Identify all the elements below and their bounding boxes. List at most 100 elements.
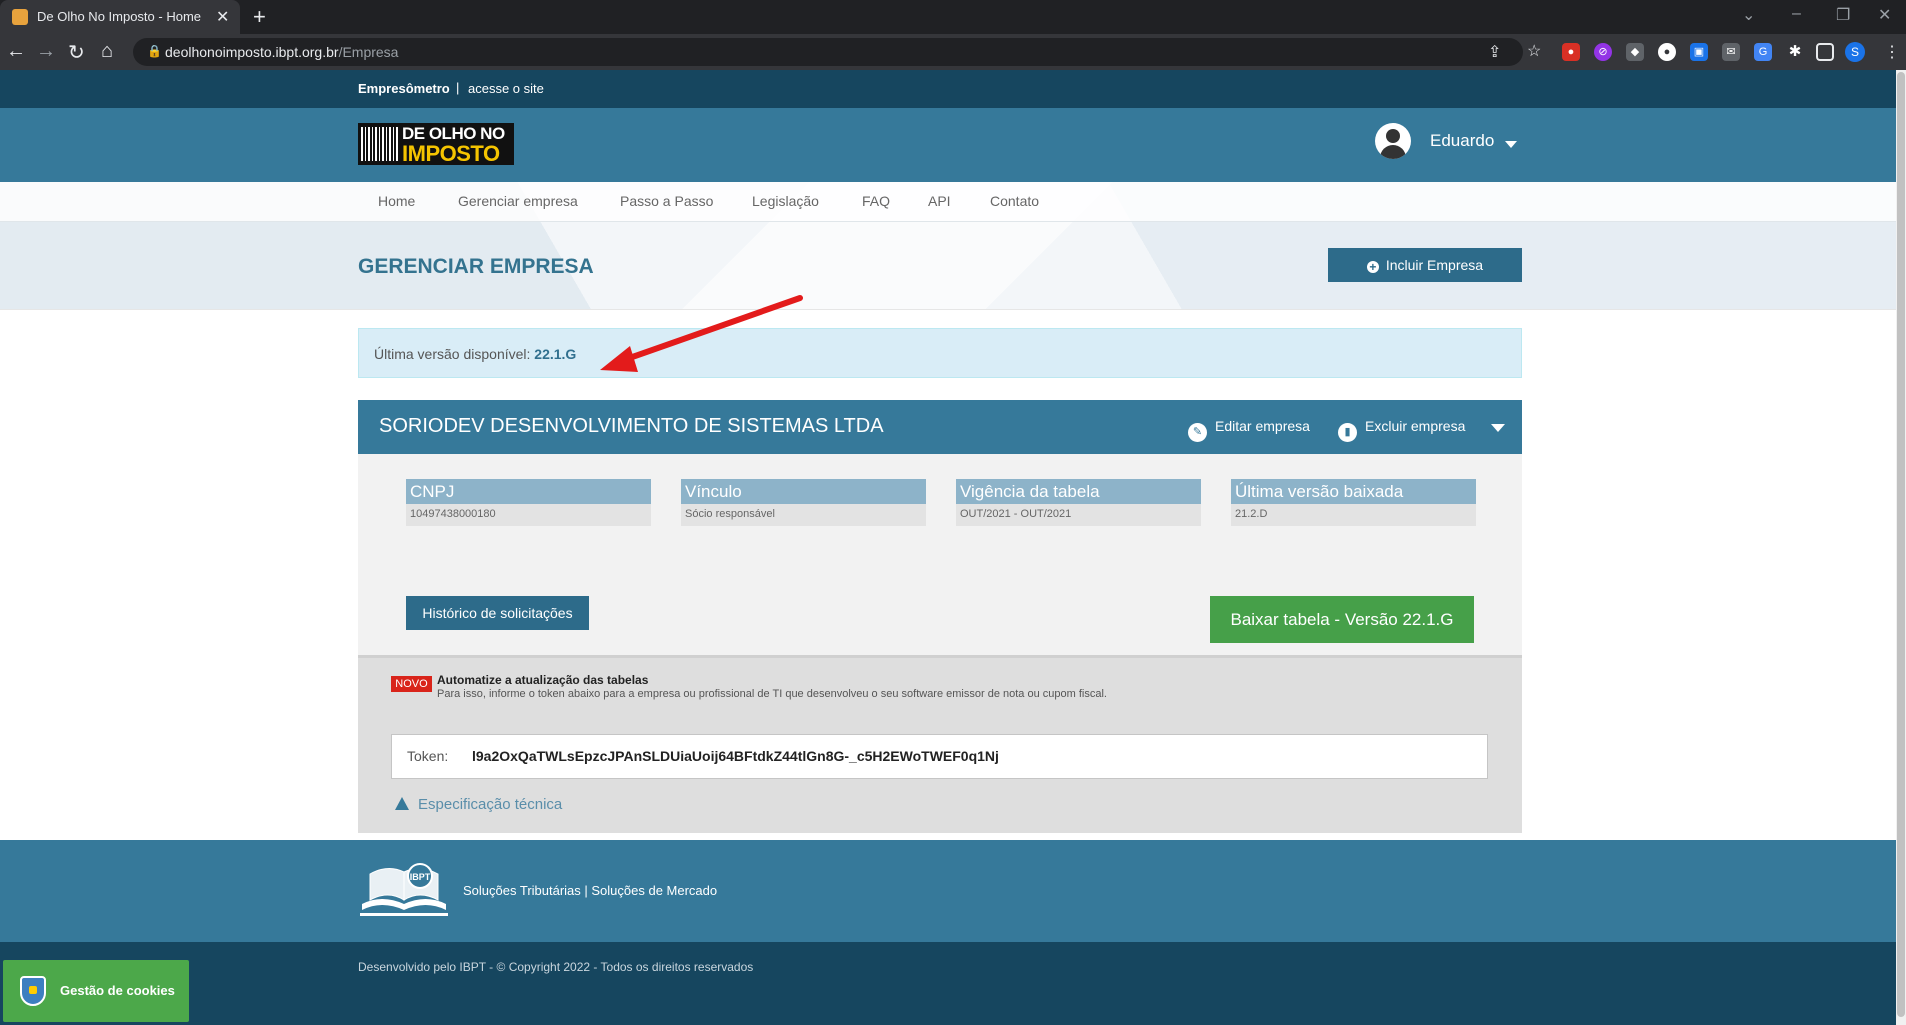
field-cnpj: CNPJ 10497438000180 [406,479,651,526]
site-favicon-icon [12,9,28,25]
company-details: CNPJ 10497438000180 Vínculo Sócio respon… [358,454,1522,655]
latest-version-alert: Última versão disponível: 22.1.G [358,328,1522,378]
latest-version-text: Última versão disponível: 22.1.G [374,346,577,362]
browser-menu-icon[interactable]: ⋮ [1884,42,1900,62]
field-value: 10497438000180 [406,504,651,526]
collapse-caret-icon[interactable] [1491,424,1505,432]
address-bar[interactable]: 🔒 deolhonoimposto.ibpt.org.br/Empresa ⇪ … [133,38,1541,66]
nav-contato[interactable]: Contato [990,193,1039,209]
site-header: DE OLHO NO IMPOSTO Eduardo [0,108,1896,182]
translate-icon[interactable]: G [1754,43,1772,61]
new-badge: NOVO [391,676,432,692]
shield-lock-icon [20,976,46,1006]
extension-icon-5[interactable]: ▣ [1690,43,1708,61]
technical-spec-link[interactable]: Especificação técnica [395,796,562,813]
svg-text:IBPT: IBPT [410,872,431,882]
page-content: Empresômetro | acesse o site DE OLHO NO … [0,70,1896,1025]
nav-gerenciar-empresa[interactable]: Gerenciar empresa [458,193,578,209]
field-label: Última versão baixada [1231,479,1476,504]
access-site-link[interactable]: acesse o site [468,81,544,96]
empresometro-link[interactable]: Empresômetro [358,81,450,96]
mail-icon[interactable]: ✉ [1722,43,1740,61]
token-value[interactable]: l9a2OxQaTWLsEpzcJPAnSLDUiaUoij64BFtdkZ44… [472,748,999,764]
footer-links[interactable]: Soluções Tributárias | Soluções de Merca… [463,883,717,898]
field-label: CNPJ [406,479,651,504]
restore-icon[interactable]: ❐ [1836,5,1850,25]
plus-circle-icon: + [1366,261,1379,273]
cookie-settings-button[interactable]: Gestão de cookies [3,960,189,1022]
url-text: deolhonoimposto.ibpt.org.br/Empresa [165,44,399,60]
extension-icon-2[interactable]: ⊘ [1594,43,1612,61]
forward-icon[interactable]: → [36,40,56,63]
profile-avatar[interactable]: S [1845,42,1865,62]
nav-legislacao[interactable]: Legislação [752,193,819,209]
edit-company-button[interactable]: ✎ Editar empresa [1188,418,1310,442]
barcode-icon [361,127,399,161]
company-name: SORIODEV DESENVOLVIMENTO DE SISTEMAS LTD… [379,415,884,437]
automation-title: Automatize a atualização das tabelas [437,673,649,687]
browser-toolbar: ← → ↻ ⌂ 🔒 deolhonoimposto.ibpt.org.br/Em… [0,34,1906,70]
topbar-separator: | [456,80,460,95]
lock-icon: 🔒 [147,44,162,58]
bookmark-star-icon[interactable]: ☆ [1527,41,1541,61]
reload-icon[interactable]: ↻ [68,40,85,65]
token-label: Token: [407,748,449,764]
nav-api[interactable]: API [928,193,951,209]
logo-line-2: IMPOSTO [402,141,500,166]
request-history-button[interactable]: Histórico de solicitações [406,596,589,630]
pencil-icon: ✎ [1188,423,1207,442]
username[interactable]: Eduardo [1430,131,1494,151]
back-icon[interactable]: ← [6,40,26,63]
copyright-text: Desenvolvido pelo IBPT - © Copyright 202… [358,960,754,974]
user-menu-caret-icon[interactable] [1505,141,1517,148]
field-vigencia: Vigência da tabela OUT/2021 - OUT/2021 [956,479,1201,526]
share-icon[interactable]: ⇪ [1488,42,1501,62]
extensions-puzzle-icon[interactable]: ✱ [1786,43,1804,61]
minimize-icon[interactable]: – [1792,5,1801,23]
warning-icon [395,797,409,810]
close-window-icon[interactable]: ✕ [1878,5,1891,25]
browser-tab[interactable]: De Olho No Imposto - Home ✕ [0,0,240,34]
nav-passo-a-passo[interactable]: Passo a Passo [620,193,713,209]
annotation-arrow-icon [600,295,803,372]
close-tab-icon[interactable]: ✕ [216,7,229,27]
token-field[interactable]: Token: l9a2OxQaTWLsEpzcJPAnSLDUiaUoij64B… [391,734,1488,779]
tab-search-icon[interactable]: ⌄ [1742,5,1755,25]
field-value: OUT/2021 - OUT/2021 [956,504,1201,526]
site-logo[interactable]: DE OLHO NO IMPOSTO [358,123,514,166]
scrollbar-thumb[interactable] [1897,72,1905,1017]
footer-bottom: Desenvolvido pelo IBPT - © Copyright 202… [0,942,1896,1025]
company-header: SORIODEV DESENVOLVIMENTO DE SISTEMAS LTD… [358,400,1522,454]
page-title: GERENCIAR EMPRESA [358,255,594,278]
home-icon[interactable]: ⌂ [101,40,113,63]
automation-box: NOVO Automatize a atualização das tabela… [358,655,1522,833]
main-nav: Home Gerenciar empresa Passo a Passo Leg… [0,182,1896,222]
user-avatar-icon[interactable] [1375,123,1411,159]
extension-icon-3[interactable]: ◆ [1626,43,1644,61]
top-bar: Empresômetro | acesse o site [0,70,1896,108]
ibpt-logo-icon[interactable]: IBPT [358,860,450,918]
delete-company-button[interactable]: ▮ Excluir empresa [1338,418,1465,442]
extension-icon-4[interactable]: ● [1658,43,1676,61]
field-label: Vigência da tabela [956,479,1201,504]
page-scrollbar[interactable] [1896,70,1906,1025]
nav-home[interactable]: Home [378,193,415,209]
trash-icon: ▮ [1338,423,1357,442]
site-footer: IBPT Soluções Tributárias | Soluções de … [0,840,1896,942]
field-value: Sócio responsável [681,504,926,526]
add-company-button[interactable]: + Incluir Empresa [1328,248,1522,282]
download-table-button[interactable]: Baixar tabela - Versão 22.1.G [1210,596,1474,643]
nav-faq[interactable]: FAQ [862,193,890,209]
add-company-label: Incluir Empresa [1385,257,1484,273]
page-hero: Home Gerenciar empresa Passo a Passo Leg… [0,182,1896,310]
automation-description: Para isso, informe o token abaixo para a… [437,688,1107,700]
latest-version-value: 22.1.G [534,346,577,362]
cookie-settings-label: Gestão de cookies [60,983,175,998]
field-ultima-versao: Última versão baixada 21.2.D [1231,479,1476,526]
extension-icon-1[interactable]: ● [1562,43,1580,61]
field-value: 21.2.D [1231,504,1476,526]
field-label: Vínculo [681,479,926,504]
new-tab-icon[interactable]: + [253,4,266,30]
side-panel-icon[interactable] [1816,43,1834,61]
field-vinculo: Vínculo Sócio responsável [681,479,926,526]
